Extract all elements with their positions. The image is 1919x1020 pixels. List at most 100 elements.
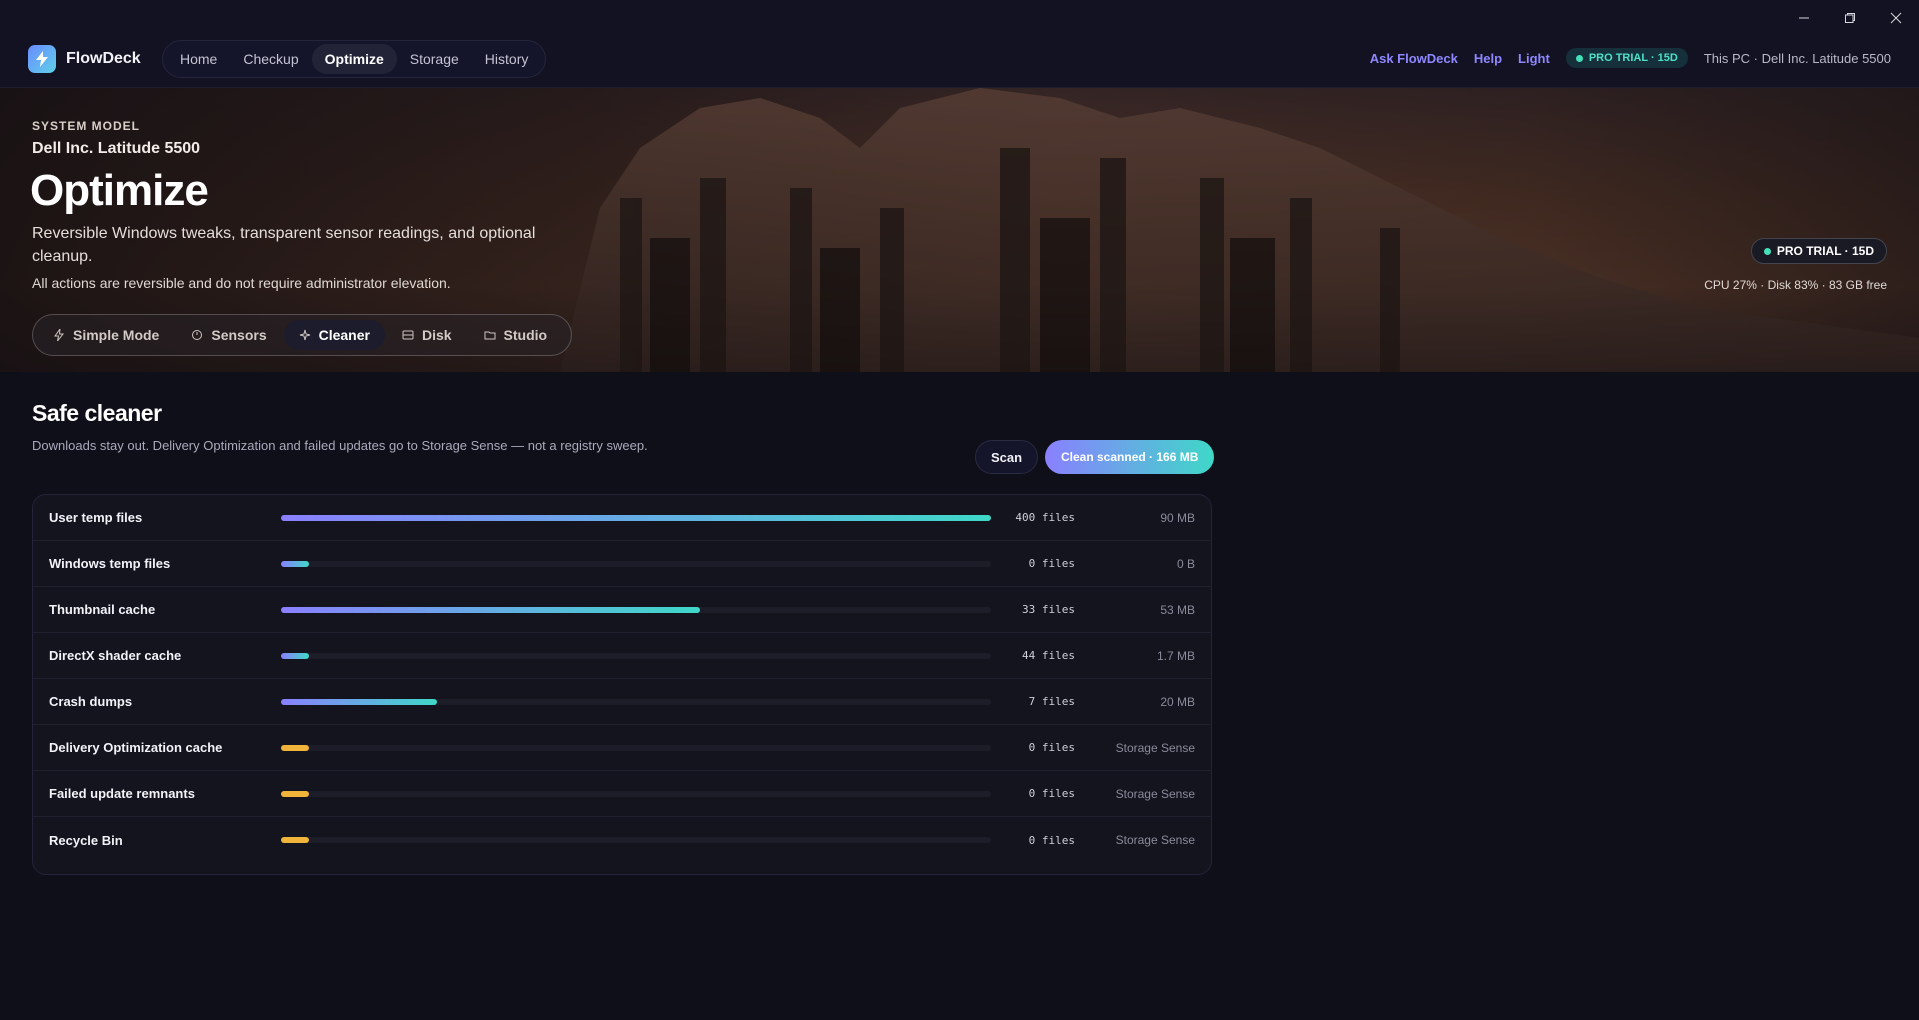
progress-track xyxy=(281,560,991,567)
list-item: User temp files 400 files 90 MB xyxy=(33,495,1211,541)
item-name: Failed update remnants xyxy=(49,786,195,801)
flowdeck-logo-icon xyxy=(28,45,56,73)
subtab-label: Disk xyxy=(421,327,452,343)
file-count: 44 files xyxy=(1022,649,1075,662)
subtab-label: Sensors xyxy=(211,327,267,343)
tab-history[interactable]: History xyxy=(472,44,542,74)
item-name: DirectX shader cache xyxy=(49,648,182,663)
progress-track xyxy=(281,837,991,843)
system-stats: CPU 27% · Disk 83% · 83 GB free xyxy=(1704,278,1887,292)
item-size: Storage Sense xyxy=(1115,786,1195,801)
item-size: 20 MB xyxy=(1160,694,1195,709)
app-name: FlowDeck xyxy=(66,50,141,67)
bolt-icon xyxy=(54,329,65,341)
cleaner-list: User temp files 400 files 90 MB Windows … xyxy=(32,494,1212,875)
disk-icon xyxy=(402,330,414,340)
main-nav: Home Checkup Optimize Storage History xyxy=(162,40,547,78)
progress-fill xyxy=(281,744,310,751)
subtab-disk[interactable]: Disk xyxy=(387,320,467,350)
file-count: 400 files xyxy=(1015,511,1075,524)
page-note: All actions are reversible and do not re… xyxy=(32,275,451,291)
optimize-subtabs: Simple Mode Sensors Cleaner Disk Studio xyxy=(32,314,572,356)
progress-track xyxy=(281,514,991,521)
restore-icon xyxy=(1845,13,1855,23)
tab-optimize[interactable]: Optimize xyxy=(311,44,397,74)
list-item: Failed update remnants 0 files Storage S… xyxy=(33,771,1211,817)
progress-fill xyxy=(281,698,438,705)
progress-fill xyxy=(281,560,310,567)
item-size: Storage Sense xyxy=(1115,833,1195,847)
ask-flowdeck-link[interactable]: Ask FlowDeck xyxy=(1370,51,1458,66)
top-bar: FlowDeck Home Checkup Optimize Storage H… xyxy=(0,0,1919,88)
list-item: Thumbnail cache 33 files 53 MB xyxy=(33,587,1211,633)
progress-track xyxy=(281,744,991,751)
item-size: 1.7 MB xyxy=(1156,648,1195,663)
subtab-studio[interactable]: Studio xyxy=(469,320,563,350)
subtab-cleaner[interactable]: Cleaner xyxy=(283,320,385,350)
item-name: Recycle Bin xyxy=(49,832,123,848)
gauge-icon xyxy=(192,330,203,340)
clean-scanned-button[interactable]: Clean scanned · 166 MB xyxy=(1045,440,1215,474)
item-name: User temp files xyxy=(49,510,143,525)
list-item: Windows temp files 0 files 0 B xyxy=(33,541,1211,587)
list-item: DirectX shader cache 44 files 1.7 MB xyxy=(33,633,1211,679)
tab-home[interactable]: Home xyxy=(167,44,230,74)
subtab-sensors[interactable]: Sensors xyxy=(176,320,281,350)
system-model-eyebrow: SYSTEM MODEL xyxy=(32,119,141,133)
list-item: Recycle Bin 0 files Storage Sense xyxy=(33,817,1211,863)
file-count: 0 files xyxy=(1028,787,1075,800)
close-icon xyxy=(1890,12,1902,24)
hero-banner: SYSTEM MODEL Dell Inc. Latitude 5500 Opt… xyxy=(0,88,1919,372)
system-model-value: Dell Inc. Latitude 5500 xyxy=(32,140,201,157)
list-item: Crash dumps 7 files 20 MB xyxy=(33,679,1211,725)
subtab-simple-mode[interactable]: Simple Mode xyxy=(38,320,174,350)
progress-track xyxy=(281,790,991,797)
file-count: 0 files xyxy=(1028,741,1075,754)
item-name: Crash dumps xyxy=(49,694,133,709)
hero-pro-trial-badge[interactable]: PRO TRIAL · 15D xyxy=(1750,238,1887,264)
header-actions: Ask FlowDeck Help Light PRO TRIAL · 15D … xyxy=(1370,48,1891,68)
file-count: 0 files xyxy=(1028,557,1075,570)
scan-button[interactable]: Scan xyxy=(975,440,1039,474)
close-button[interactable] xyxy=(1873,0,1919,36)
pro-trial-badge[interactable]: PRO TRIAL · 15D xyxy=(1565,48,1688,68)
pro-trial-label: PRO TRIAL · 15D xyxy=(1588,52,1678,64)
progress-fill xyxy=(281,652,310,659)
tab-storage[interactable]: Storage xyxy=(397,44,472,74)
progress-fill xyxy=(281,514,991,521)
tab-checkup[interactable]: Checkup xyxy=(230,44,311,74)
minimize-button[interactable] xyxy=(1781,0,1827,36)
list-item: Delivery Optimization cache 0 files Stor… xyxy=(33,725,1211,771)
window-controls xyxy=(1781,0,1919,36)
subtab-label: Cleaner xyxy=(318,327,370,343)
file-count: 7 files xyxy=(1028,695,1075,708)
sparkle-icon xyxy=(299,329,310,341)
progress-track xyxy=(281,652,991,659)
help-link[interactable]: Help xyxy=(1474,51,1502,66)
status-dot-icon xyxy=(1763,247,1771,255)
progress-fill xyxy=(281,606,700,613)
file-count: 0 files xyxy=(1028,833,1075,847)
progress-track xyxy=(281,698,991,705)
item-name: Windows temp files xyxy=(49,556,171,571)
status-dot-icon xyxy=(1575,54,1583,62)
section-title: Safe cleaner xyxy=(32,400,162,426)
subtab-label: Simple Mode xyxy=(73,327,160,343)
theme-toggle[interactable]: Light xyxy=(1518,51,1550,66)
page-description: Reversible Windows tweaks, transparent s… xyxy=(32,225,536,265)
section-description: Downloads stay out. Delivery Optimizatio… xyxy=(32,438,648,453)
restore-button[interactable] xyxy=(1827,0,1873,36)
progress-track xyxy=(281,606,991,613)
hero-pro-trial-label: PRO TRIAL · 15D xyxy=(1776,244,1874,258)
minimize-icon xyxy=(1799,17,1809,19)
subtab-label: Studio xyxy=(503,327,548,343)
folder-icon xyxy=(484,331,496,340)
brand[interactable]: FlowDeck xyxy=(28,45,141,73)
item-size: 53 MB xyxy=(1160,602,1195,617)
progress-fill xyxy=(281,790,310,797)
progress-fill xyxy=(281,837,310,843)
item-name: Delivery Optimization cache xyxy=(49,740,223,755)
pc-label: This PC · Dell Inc. Latitude 5500 xyxy=(1703,50,1891,66)
page-title: Optimize xyxy=(30,166,209,215)
file-count: 33 files xyxy=(1022,603,1075,616)
